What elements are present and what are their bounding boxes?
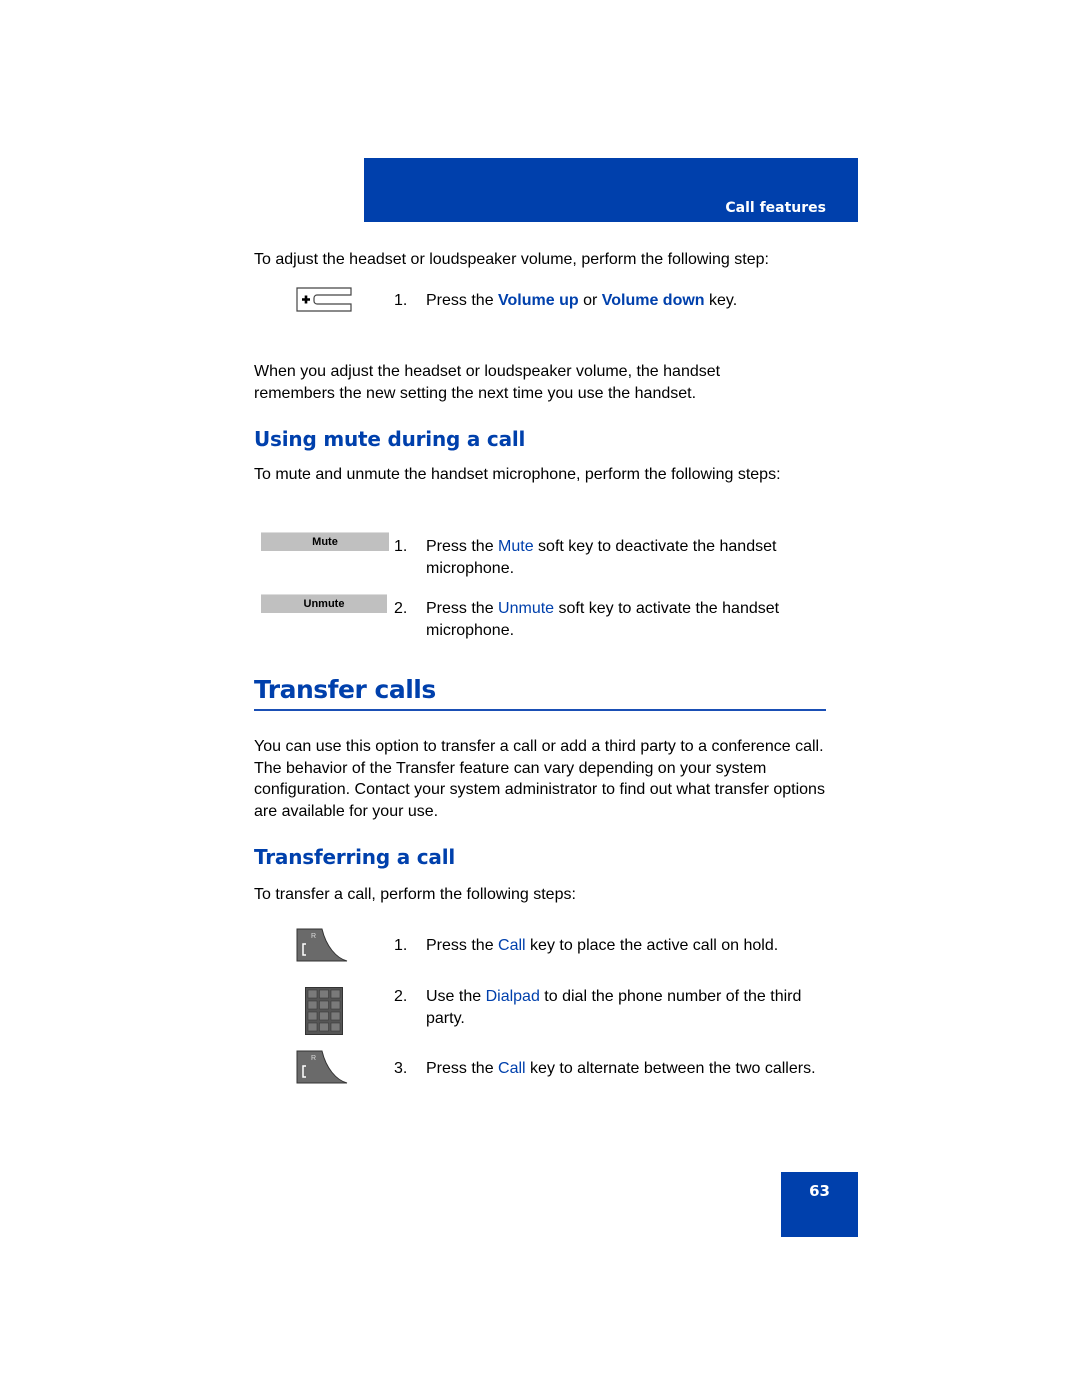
- step-number: 1.: [394, 937, 408, 954]
- volume-key-icon: [296, 287, 352, 312]
- step-text: key to place the active call on hold.: [525, 937, 779, 954]
- page-number-box: 63: [781, 1172, 858, 1237]
- step-text: Press the: [426, 937, 499, 954]
- step-text: key.: [704, 292, 738, 309]
- svg-text:R: R: [311, 1055, 316, 1062]
- step-text: Press the: [426, 1060, 499, 1077]
- volume-intro: To adjust the headset or loudspeaker vol…: [254, 251, 769, 268]
- step-number: 3.: [394, 1060, 408, 1077]
- volume-note: When you adjust the headset or loudspeak…: [254, 363, 721, 402]
- unmute-key-label: Unmute: [498, 600, 555, 617]
- step-number: 1.: [394, 292, 408, 309]
- volume-down-key-label: Volume down: [601, 292, 705, 309]
- volume-step-1: 1. Press the Volume up or Volume down ke…: [394, 290, 834, 312]
- step-text: Use the: [426, 988, 486, 1005]
- transfer-intro: You can use this option to transfer a ca…: [254, 738, 825, 820]
- unmute-softkey[interactable]: Unmute: [261, 594, 387, 613]
- transfer-heading: Transfer calls: [254, 675, 436, 704]
- step-text: Press the: [426, 600, 499, 617]
- mute-softkey[interactable]: Mute: [261, 532, 389, 551]
- section-header-bar: Call features: [364, 158, 858, 222]
- transferring-heading: Transferring a call: [254, 845, 456, 869]
- mute-intro: To mute and unmute the handset microphon…: [254, 466, 781, 483]
- step-text: key to alternate between the two callers…: [525, 1060, 816, 1077]
- dialpad-label: Dialpad: [485, 988, 540, 1005]
- step-number: 1.: [394, 538, 408, 555]
- section-label: Call features: [725, 200, 826, 216]
- transferring-intro: To transfer a call, perform the followin…: [254, 886, 576, 903]
- mute-key-label: Mute: [498, 538, 534, 555]
- step-number: 2.: [394, 988, 408, 1005]
- transfer-step-2: 2. Use the Dialpad to dial the phone num…: [394, 986, 834, 1029]
- step-text: or: [578, 292, 602, 309]
- mute-heading: Using mute during a call: [254, 427, 526, 451]
- call-key-icon: R: [296, 1050, 348, 1084]
- volume-up-key-label: Volume up: [498, 292, 579, 309]
- call-key-label: Call: [498, 937, 526, 954]
- step-number: 2.: [394, 600, 408, 617]
- heading-rule: [254, 709, 826, 711]
- step-text: Press the: [426, 292, 499, 309]
- transfer-step-3: 3. Press the Call key to alternate betwe…: [394, 1058, 834, 1080]
- svg-text:R: R: [311, 933, 316, 940]
- call-key-label: Call: [498, 1060, 526, 1077]
- call-key-icon: R: [296, 928, 348, 962]
- dialpad-icon: [305, 987, 343, 1035]
- mute-step-2: 2. Press the Unmute soft key to activate…: [394, 598, 834, 641]
- transfer-step-1: 1. Press the Call key to place the activ…: [394, 935, 834, 957]
- step-text: Press the: [426, 538, 499, 555]
- mute-step-1: 1. Press the Mute soft key to deactivate…: [394, 536, 834, 579]
- page-number: 63: [809, 1182, 830, 1200]
